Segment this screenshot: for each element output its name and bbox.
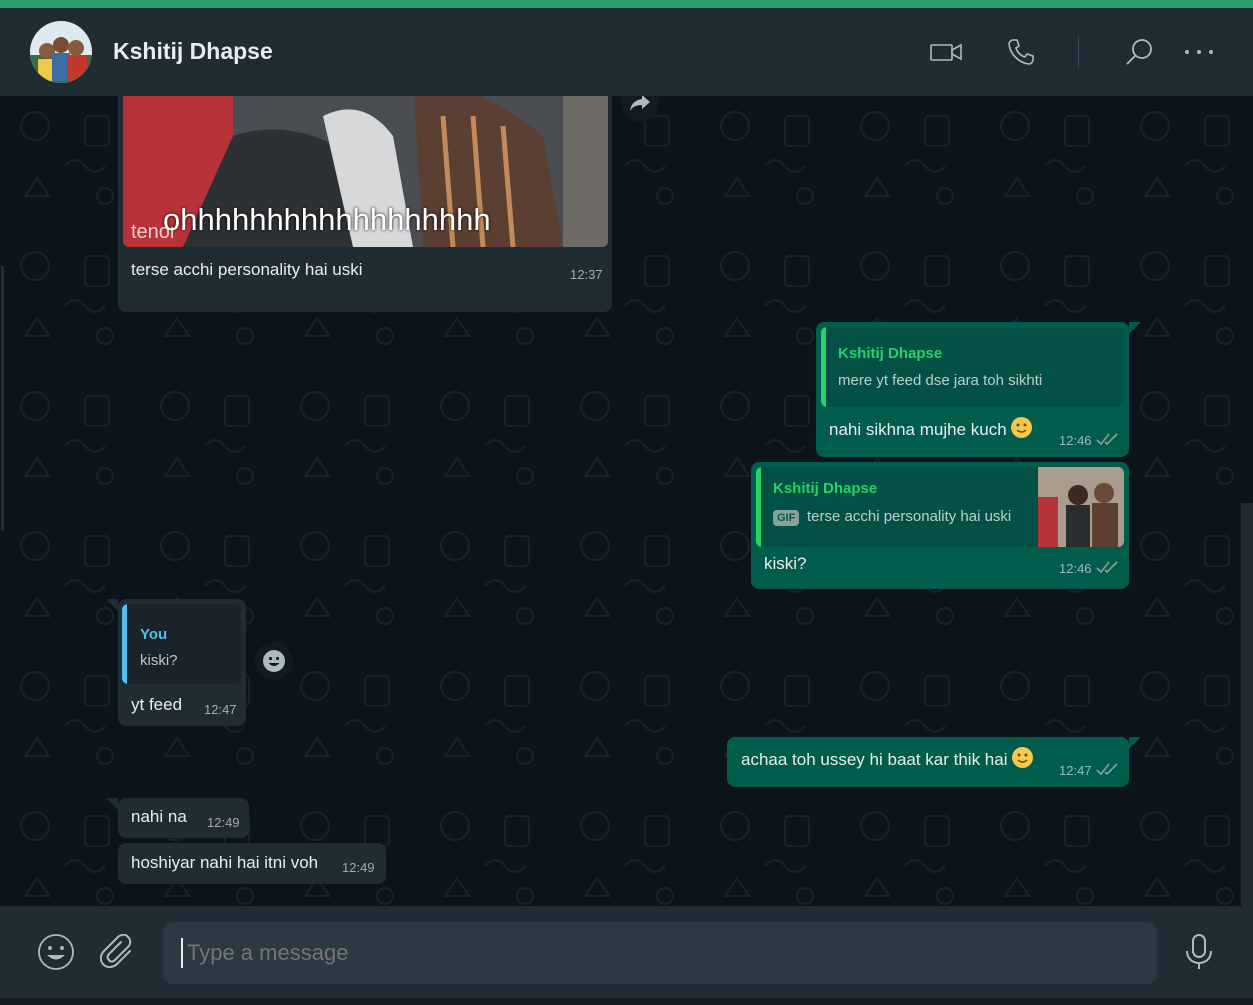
bubble-tail <box>106 599 118 611</box>
incoming-gif-message[interactable]: ohhhhhhhhhhhhhhhhhh tenor terse acchi pe… <box>118 96 612 312</box>
composer-bar <box>0 906 1253 1005</box>
message-list[interactable]: ohhhhhhhhhhhhhhhhhh tenor terse acchi pe… <box>5 96 1253 906</box>
emoji-picker-icon <box>38 934 74 970</box>
message-input-box[interactable] <box>163 922 1157 984</box>
message-time: 12:49 <box>342 860 375 875</box>
bubble-tail <box>1129 322 1141 334</box>
incoming-message[interactable]: hoshiyar nahi hai itni voh 12:49 <box>118 843 386 884</box>
message-input[interactable] <box>187 940 1087 966</box>
search-button[interactable] <box>1117 30 1161 74</box>
message-text: achaa toh ussey hi baat kar thik hai <box>741 747 1033 770</box>
search-icon <box>1126 39 1152 65</box>
smiling-emoji-icon <box>1010 417 1032 438</box>
message-text: nahi sikhna mujhe kuch <box>829 417 1032 440</box>
contact-name[interactable]: Kshitij Dhapse <box>113 38 273 65</box>
contact-avatar[interactable] <box>30 21 92 83</box>
message-time: 12:47 <box>204 702 237 717</box>
read-receipt-icon <box>1096 763 1118 776</box>
outgoing-message-reply-1[interactable]: Kshitij Dhapse mere yt feed dse jara toh… <box>816 322 1129 457</box>
taskbar-strip <box>0 998 1253 1005</box>
paperclip-icon <box>100 934 132 968</box>
chat-header: Kshitij Dhapse <box>0 8 1253 96</box>
gif-badge: GIF <box>773 510 800 526</box>
message-text: yt feed <box>131 695 183 714</box>
message-time: 12:46 <box>1059 433 1092 448</box>
message-text: hoshiyar nahi hai itni voh <box>131 853 319 872</box>
smiling-emoji-icon <box>1011 747 1033 768</box>
quoted-message[interactable]: You kiski? <box>122 604 241 684</box>
incoming-message[interactable]: nahi na 12:49 <box>118 798 249 838</box>
window-top-accent <box>0 0 1253 8</box>
video-call-button[interactable] <box>924 30 968 74</box>
gif-message-time: 12:37 <box>570 267 603 282</box>
attach-button[interactable] <box>96 930 140 974</box>
message-time: 12:47 <box>1059 763 1092 778</box>
quoted-sender-name: Kshitij Dhapse <box>773 480 878 497</box>
quoted-gif-thumbnail <box>1038 467 1124 547</box>
voice-call-button[interactable] <box>999 30 1043 74</box>
quoted-sender-name: You <box>140 626 168 643</box>
message-time: 12:46 <box>1059 561 1092 576</box>
more-options-button[interactable] <box>1177 30 1221 74</box>
more-dots-icon <box>1185 50 1213 54</box>
outgoing-message-reply-2[interactable]: Kshitij Dhapse GIF terse acchi personali… <box>751 462 1129 589</box>
video-camera-icon <box>930 43 962 61</box>
text-caret <box>181 938 183 968</box>
gif-thumbnail[interactable]: ohhhhhhhhhhhhhhhhhh tenor <box>123 96 608 247</box>
scrollbar-thumb[interactable] <box>1241 503 1253 906</box>
quoted-text: terse acchi personality hai uski <box>807 508 1012 525</box>
emoji-button[interactable] <box>34 930 78 974</box>
message-text: nahi na <box>131 807 187 826</box>
forward-icon <box>630 96 650 111</box>
bubble-tail <box>106 798 118 810</box>
smiley-icon <box>263 650 285 672</box>
incoming-message-reply[interactable]: You kiski? yt feed 12:47 <box>118 599 246 726</box>
gif-message-text: terse acchi personality hai uski <box>131 260 363 279</box>
gif-caption-overlay: ohhhhhhhhhhhhhhhhhh <box>163 202 491 237</box>
voice-message-button[interactable] <box>1177 930 1221 974</box>
quoted-message[interactable]: Kshitij Dhapse GIF terse acchi personali… <box>756 467 1124 547</box>
tenor-watermark: tenor <box>131 221 177 243</box>
quoted-text: mere yt feed dse jara toh sikhti <box>838 372 1043 389</box>
read-receipt-icon <box>1096 433 1118 446</box>
quoted-message[interactable]: Kshitij Dhapse mere yt feed dse jara toh… <box>821 327 1124 407</box>
outgoing-message[interactable]: achaa toh ussey hi baat kar thik hai 12:… <box>727 737 1129 787</box>
microphone-icon <box>1186 934 1212 969</box>
react-button[interactable] <box>255 642 293 680</box>
quoted-sender-name: Kshitij Dhapse <box>838 345 943 362</box>
bubble-tail <box>1129 737 1141 749</box>
message-text: kiski? <box>764 554 807 573</box>
message-time: 12:49 <box>207 815 240 830</box>
phone-icon <box>1008 39 1034 65</box>
read-receipt-icon <box>1096 561 1118 574</box>
header-divider <box>1078 36 1079 68</box>
quoted-text: kiski? <box>140 652 178 669</box>
